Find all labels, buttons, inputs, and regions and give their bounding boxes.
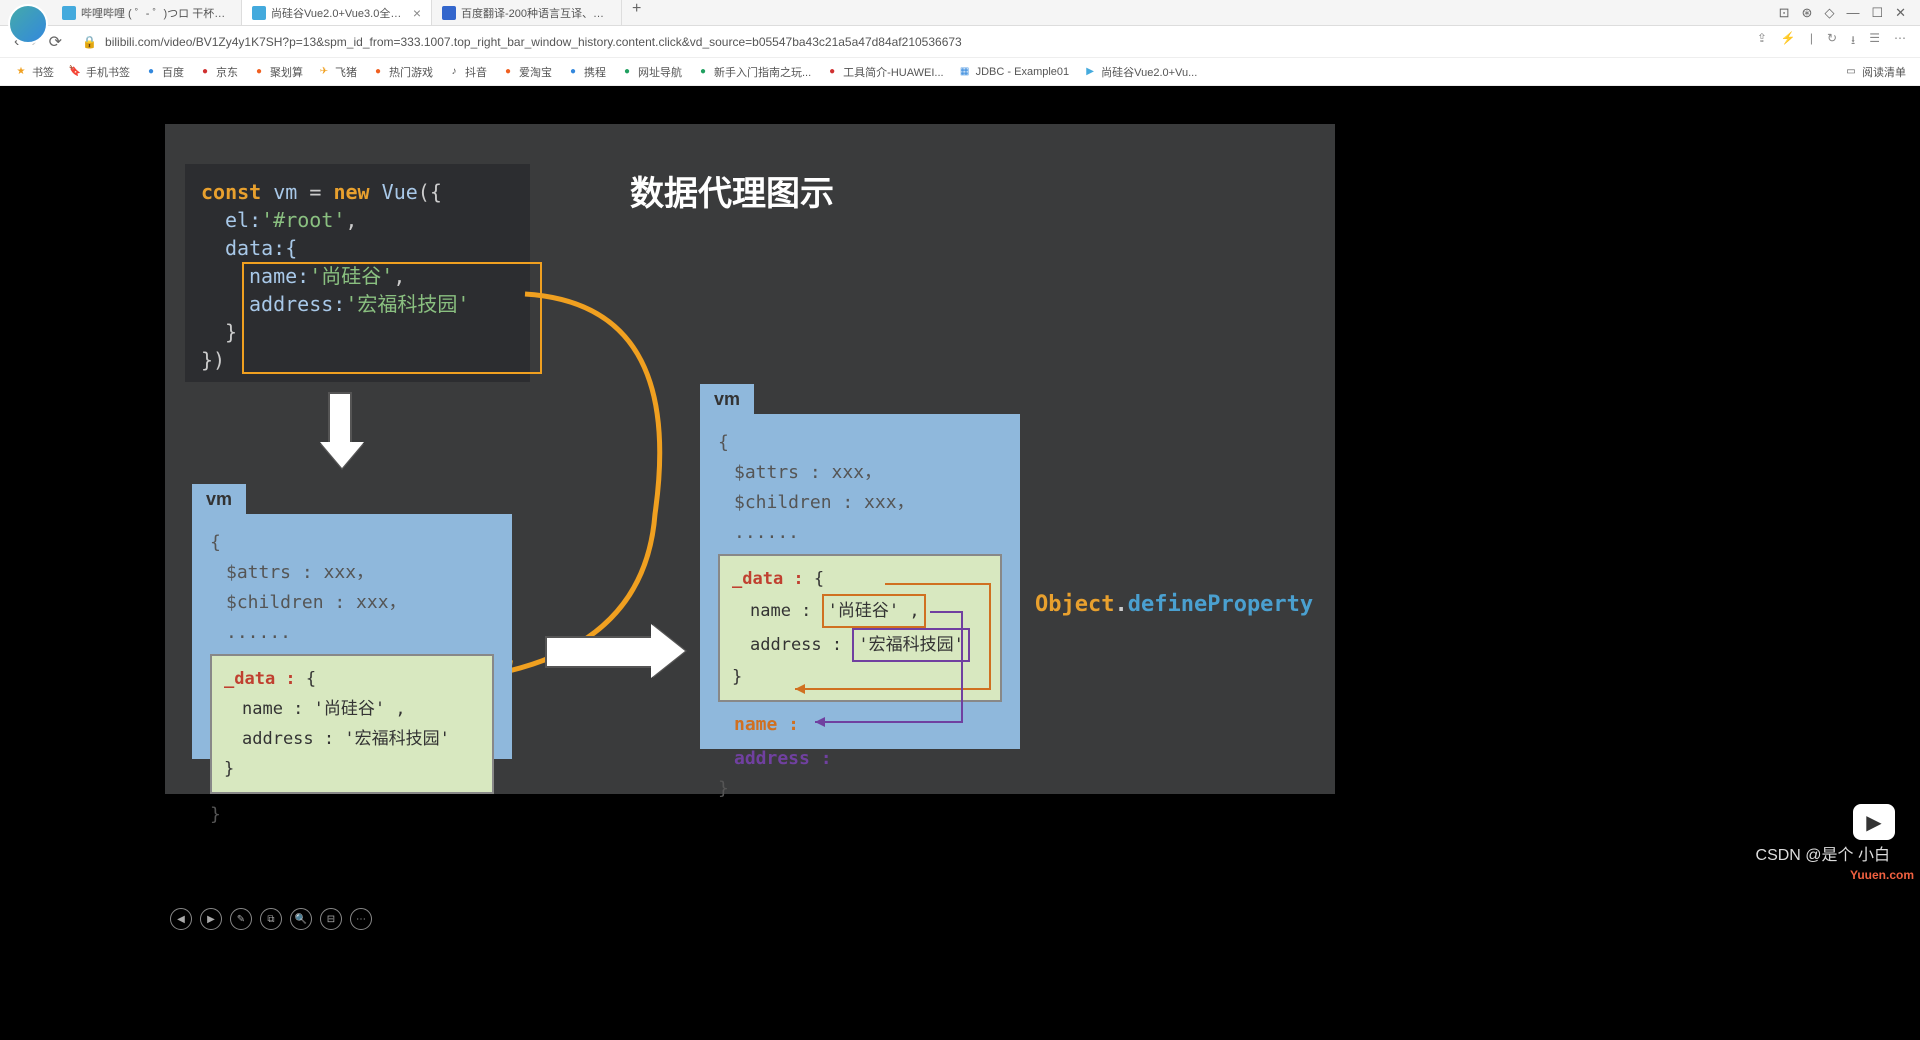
bookmark-item[interactable]: ●爱淘宝: [501, 64, 552, 80]
plane-icon: ✈: [317, 65, 331, 79]
bookmark-item[interactable]: ●新手入门指南之玩...: [696, 64, 811, 80]
new-tab-button[interactable]: +: [622, 0, 651, 25]
bookmark-item[interactable]: ▦JDBC - Example01: [958, 65, 1070, 79]
site-icon: ●: [144, 65, 158, 79]
bilibili-logo-icon[interactable]: [1853, 804, 1895, 840]
star-icon: ★: [14, 65, 28, 79]
site-icon: ●: [252, 65, 266, 79]
define-property-label: Object.defineProperty: [1035, 592, 1313, 617]
bookmark-item[interactable]: ▶尚硅谷Vue2.0+Vu...: [1083, 64, 1197, 80]
titlebar: 哔哩哔哩 ( ゜- ゜)つロ 干杯~-bilibili 尚硅谷Vue2.0+Vu…: [0, 0, 1920, 26]
slide-content: 数据代理图示 const vm = new Vue({ el:'#root', …: [165, 124, 1335, 794]
play-icon: ▶: [1083, 65, 1097, 79]
address-bar: ‹ › ⟳ 🔒 bilibili.com/video/BV1Zy4y1K7SH?…: [0, 26, 1920, 58]
tab-bilibili-home[interactable]: 哔哩哔哩 ( ゜- ゜)つロ 干杯~-bilibili: [52, 0, 242, 25]
code-snippet: const vm = new Vue({ el:'#root', data:{ …: [185, 164, 530, 382]
site-icon: ●: [620, 65, 634, 79]
bookmark-item[interactable]: ♪抖音: [447, 64, 487, 80]
bilibili-icon: [62, 6, 76, 20]
bookmarks-bar: ★书签 🔖手机书签 ●百度 ●京东 ●聚划算 ✈飞猪 ●热门游戏 ♪抖音 ●爱淘…: [0, 58, 1920, 86]
site-icon: ●: [371, 65, 385, 79]
close-icon[interactable]: ×: [413, 5, 421, 21]
tab-label: 尚硅谷Vue2.0+Vue3.0全套教程: [271, 5, 407, 21]
bookmark-item[interactable]: 🔖手机书签: [68, 64, 130, 80]
address-actions: ⇪ ⚡ | ↻ ⭳ ☰ ⋯: [1757, 31, 1906, 52]
tab-vue-tutorial[interactable]: 尚硅谷Vue2.0+Vue3.0全套教程 ×: [242, 0, 432, 25]
vm-box-1: vm { $attrs : xxx， $children : xxx， ....…: [192, 514, 512, 759]
close-icon[interactable]: ✕: [1895, 5, 1906, 21]
flash-icon[interactable]: ⚡: [1781, 31, 1796, 52]
minimize-icon[interactable]: —: [1846, 5, 1859, 21]
maximize-icon[interactable]: ☐: [1871, 5, 1883, 21]
divider: |: [1810, 31, 1813, 52]
site-icon: ●: [825, 65, 839, 79]
url-box[interactable]: 🔒 bilibili.com/video/BV1Zy4y1K7SH?p=13&s…: [74, 35, 1745, 49]
zoom-button[interactable]: 🔍: [290, 908, 312, 930]
site-icon: ●: [696, 65, 710, 79]
bookmark-item[interactable]: ✈飞猪: [317, 64, 357, 80]
bookmark-item[interactable]: ●携程: [566, 64, 606, 80]
window-controls: ⊡ ⊛ ◇ — ☐ ✕: [1765, 5, 1920, 21]
download-icon[interactable]: ⭳: [1851, 31, 1855, 52]
csdn-watermark: CSDN @是个 小白: [1756, 841, 1890, 865]
misc-icon[interactable]: ⊡: [1779, 5, 1790, 21]
bookmark-item[interactable]: ●京东: [198, 64, 238, 80]
refresh-icon[interactable]: ↻: [1827, 31, 1837, 52]
bookmark-item[interactable]: ●聚划算: [252, 64, 303, 80]
vm-label: vm: [192, 484, 246, 515]
tab-strip: 哔哩哔哩 ( ゜- ゜)つロ 干杯~-bilibili 尚硅谷Vue2.0+Vu…: [52, 0, 1765, 25]
bookmark-item[interactable]: ●网址导航: [620, 64, 682, 80]
bookmark-item[interactable]: ●百度: [144, 64, 184, 80]
data-box: _data : { name : '尚硅谷' , address : '宏福科技…: [210, 654, 494, 794]
edit-button[interactable]: ✎: [230, 908, 252, 930]
misc-icon[interactable]: ⊛: [1802, 5, 1813, 21]
yuuen-watermark: Yuuen.com: [1850, 868, 1914, 882]
tab-label: 百度翻译-200种语言互译、沟通全世: [461, 5, 611, 21]
music-icon: ♪: [447, 65, 461, 79]
bookmark-icon: 🔖: [68, 65, 82, 79]
bookmark-item[interactable]: ★书签: [14, 64, 54, 80]
share-icon[interactable]: ⇪: [1757, 31, 1767, 52]
prev-button[interactable]: ◀: [170, 908, 192, 930]
tab-baidu-translate[interactable]: 百度翻译-200种语言互译、沟通全世: [432, 0, 622, 25]
lock-icon: 🔒: [82, 35, 97, 49]
bilibili-icon: [252, 6, 266, 20]
name-value-box: '尚硅谷' ,: [822, 594, 926, 628]
data-box: _data : { name : '尚硅谷' , address : '宏福科技…: [718, 554, 1002, 702]
reload-button[interactable]: ⟳: [49, 32, 62, 52]
list-icon: ▭: [1844, 65, 1858, 79]
video-player[interactable]: 数据代理图示 const vm = new Vue({ el:'#root', …: [0, 86, 1920, 1040]
site-icon: ●: [198, 65, 212, 79]
slide-title: 数据代理图示: [630, 166, 834, 215]
site-icon: ●: [501, 65, 515, 79]
grid-icon: ▦: [958, 65, 972, 79]
arrow-down-icon: [320, 392, 360, 462]
highlight-box: [242, 262, 542, 374]
misc-icon[interactable]: ◇: [1824, 5, 1834, 21]
url-text: bilibili.com/video/BV1Zy4y1K7SH?p=13&spm…: [105, 35, 962, 49]
address-value-box: '宏福科技园': [852, 628, 969, 662]
reading-list-button[interactable]: ▭阅读清单: [1844, 64, 1906, 80]
bookmark-item[interactable]: ●工具简介-HUAWEI...: [825, 64, 943, 80]
translate-icon: [442, 6, 456, 20]
vm-label: vm: [700, 384, 754, 415]
profile-avatar[interactable]: [8, 4, 48, 44]
list-icon[interactable]: ☰: [1869, 31, 1880, 52]
player-control-bar: ◀ ▶ ✎ ⧉ 🔍 ⊟ ⋯: [170, 908, 372, 930]
vm-box-2: vm { $attrs : xxx， $children : xxx， ....…: [700, 414, 1020, 749]
play-button[interactable]: ▶: [200, 908, 222, 930]
minimize-button[interactable]: ⊟: [320, 908, 342, 930]
copy-button[interactable]: ⧉: [260, 908, 282, 930]
more-button[interactable]: ⋯: [350, 908, 372, 930]
menu-icon[interactable]: ⋯: [1894, 31, 1906, 52]
site-icon: ●: [566, 65, 580, 79]
arrow-right-icon: [545, 624, 685, 674]
tab-label: 哔哩哔哩 ( ゜- ゜)つロ 干杯~-bilibili: [81, 5, 231, 21]
bookmark-item[interactable]: ●热门游戏: [371, 64, 433, 80]
